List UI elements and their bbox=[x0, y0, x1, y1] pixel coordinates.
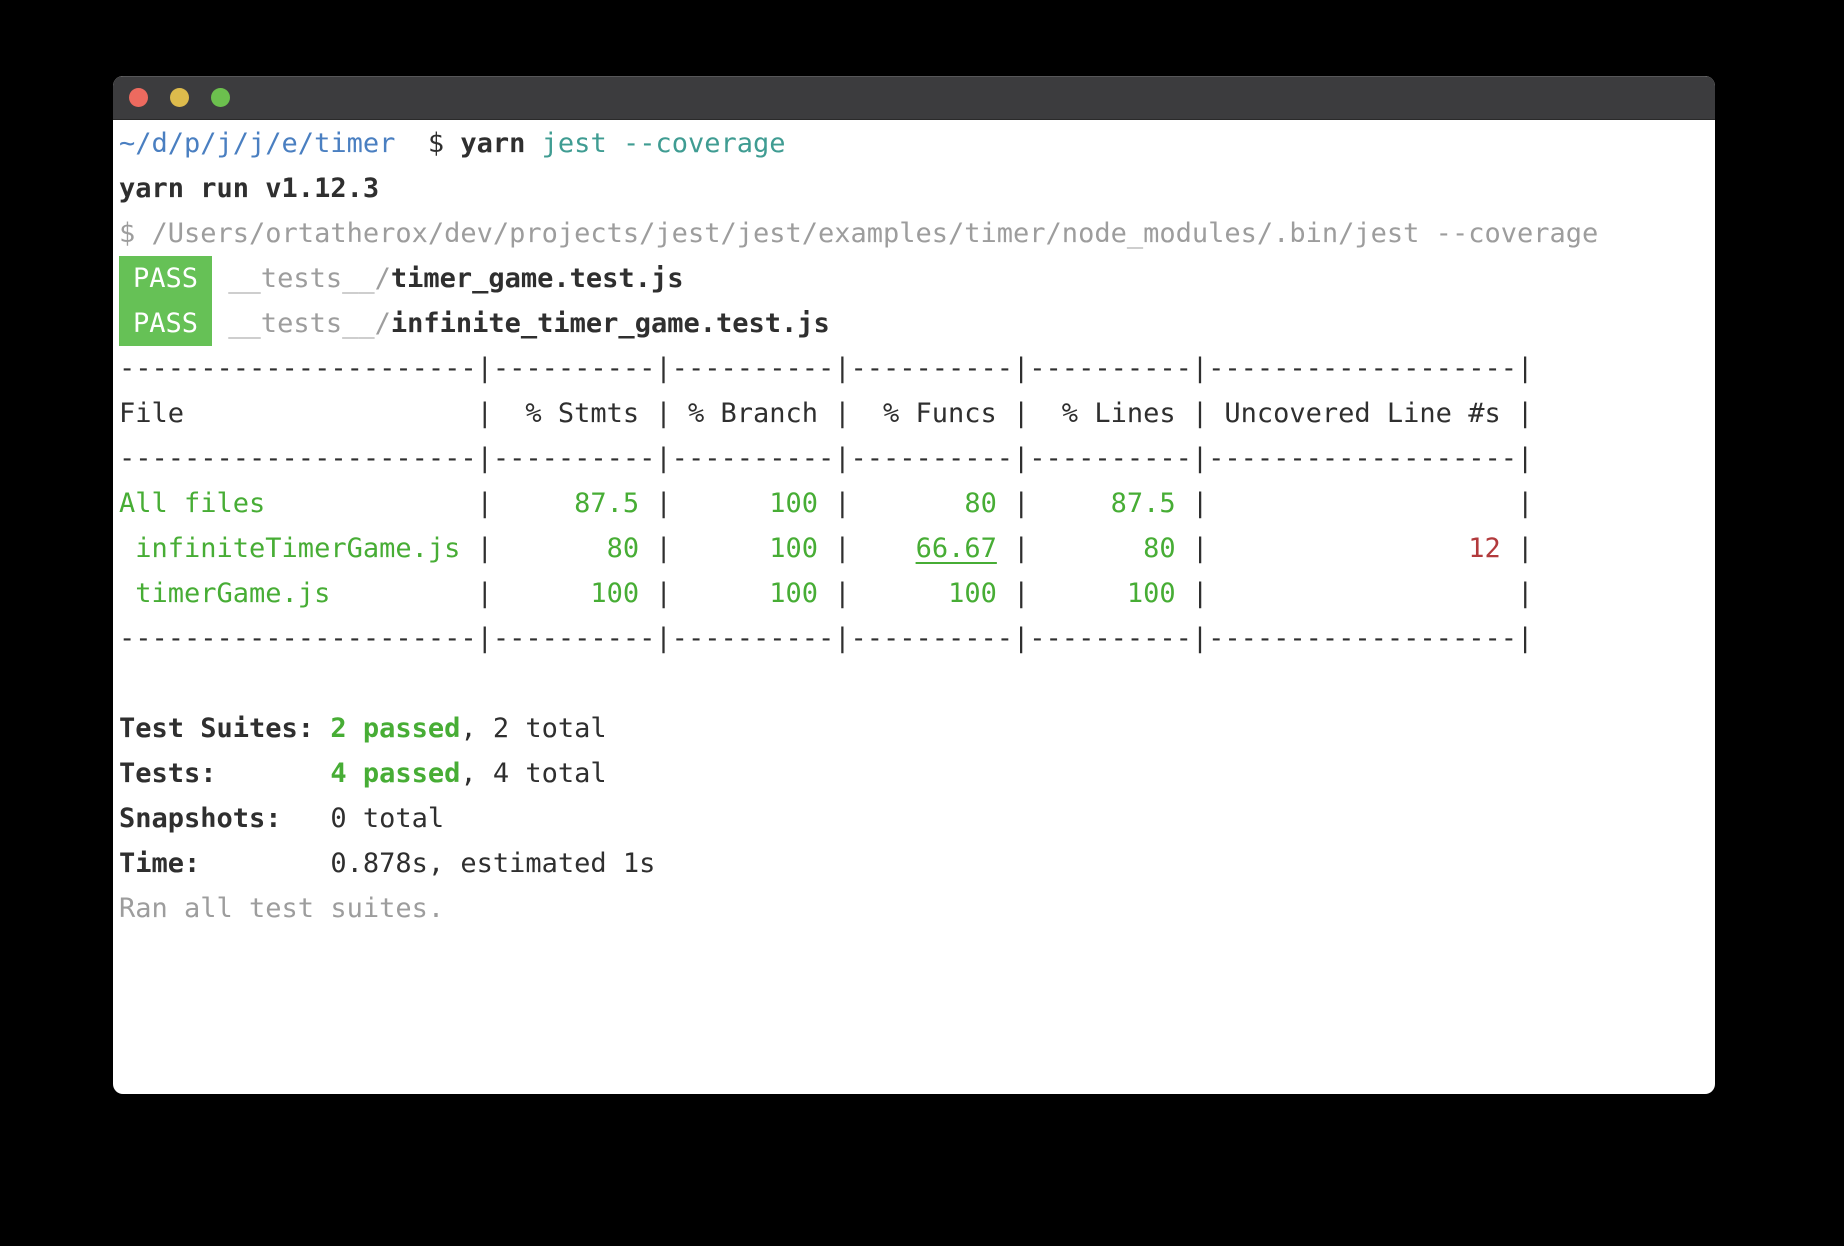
table-row-infinite-timer-game: infiniteTimerGame.js | 80 | 100 | 66.67 … bbox=[119, 526, 1715, 571]
table-row-all-files: All files | 87.5 | 100 | 80 | 87.5 | | bbox=[119, 481, 1715, 526]
pass-badge: PASS bbox=[119, 256, 212, 301]
table-divider-header: ----------------------|----------|------… bbox=[119, 436, 1715, 481]
minimize-button[interactable] bbox=[170, 88, 189, 107]
jest-bin-line: $ /Users/ortatherox/dev/projects/jest/je… bbox=[119, 211, 1715, 256]
zoom-button[interactable] bbox=[211, 88, 230, 107]
run-status-line: Ran all test suites. bbox=[119, 886, 1715, 931]
title-bar[interactable] bbox=[113, 76, 1715, 120]
prompt-line: ~/d/p/j/j/e/timer $ yarn jest --coverage bbox=[119, 121, 1715, 166]
pass-badge: PASS bbox=[119, 301, 212, 346]
close-button[interactable] bbox=[129, 88, 148, 107]
summary-test-suites: Test Suites: 2 passed, 2 total bbox=[119, 706, 1715, 751]
pass-line-timer-game: PASS __tests__/timer_game.test.js bbox=[119, 256, 1715, 301]
table-divider-bottom: ----------------------|----------|------… bbox=[119, 616, 1715, 661]
yarn-version-line: yarn run v1.12.3 bbox=[119, 166, 1715, 211]
summary-tests: Tests: 4 passed, 4 total bbox=[119, 751, 1715, 796]
table-divider-top: ----------------------|----------|------… bbox=[119, 346, 1715, 391]
summary-snapshots: Snapshots: 0 total bbox=[119, 796, 1715, 841]
pass-line-infinite-timer-game: PASS __tests__/infinite_timer_game.test.… bbox=[119, 301, 1715, 346]
blank-line bbox=[119, 661, 1715, 706]
traffic-lights bbox=[129, 88, 230, 107]
terminal-output[interactable]: ~/d/p/j/j/e/timer $ yarn jest --coverage… bbox=[113, 120, 1715, 931]
table-row-timer-game: timerGame.js | 100 | 100 | 100 | 100 | | bbox=[119, 571, 1715, 616]
summary-time: Time: 0.878s, estimated 1s bbox=[119, 841, 1715, 886]
terminal-window: ~/d/p/j/j/e/timer $ yarn jest --coverage… bbox=[113, 76, 1715, 1094]
table-header: File | % Stmts | % Branch | % Funcs | % … bbox=[119, 391, 1715, 436]
